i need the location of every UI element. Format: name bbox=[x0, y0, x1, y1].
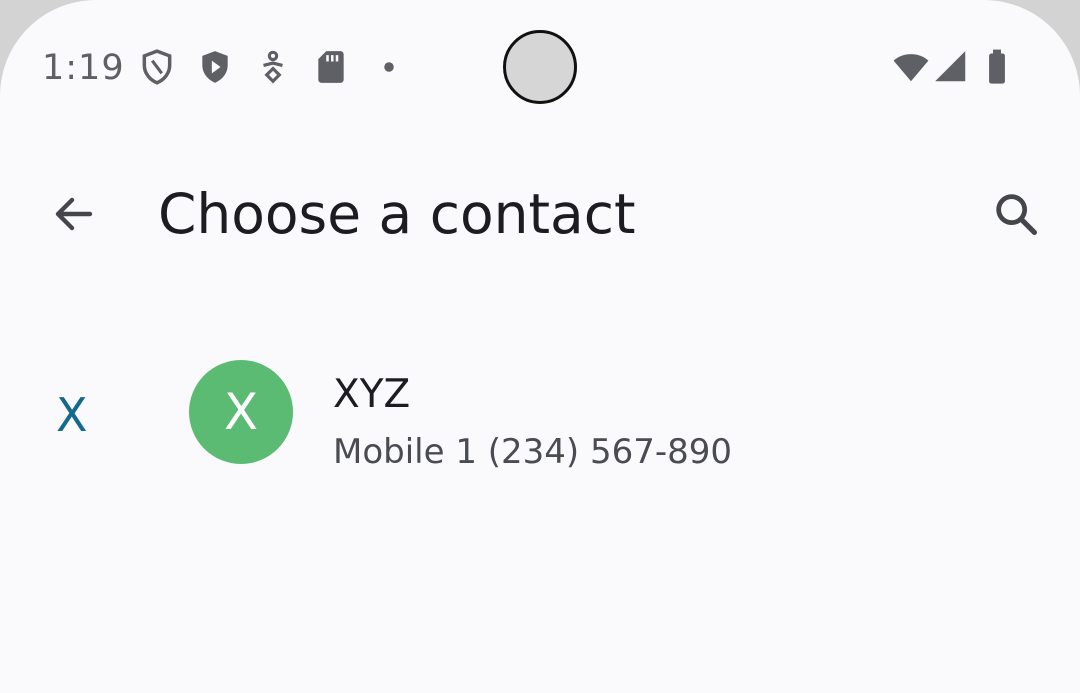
cellular-signal-icon bbox=[932, 48, 970, 86]
contact-phone: Mobile 1 (234) 567-890 bbox=[333, 432, 733, 472]
play-protect-icon bbox=[196, 48, 234, 86]
sd-card-icon bbox=[312, 48, 350, 86]
status-time: 1:19 bbox=[42, 48, 125, 88]
back-button[interactable] bbox=[36, 178, 112, 254]
page-title: Choose a contact bbox=[158, 182, 636, 246]
status-bar: 1:19 bbox=[0, 0, 1080, 134]
wifi-icon bbox=[890, 48, 932, 86]
shield-icon bbox=[138, 48, 176, 86]
camera-cutout bbox=[503, 30, 577, 104]
search-icon bbox=[990, 188, 1042, 245]
accessibility-icon bbox=[254, 48, 292, 86]
arrow-back-icon bbox=[50, 190, 98, 243]
avatar-letter: X bbox=[223, 383, 259, 441]
search-button[interactable] bbox=[978, 178, 1054, 254]
app-bar: Choose a contact bbox=[0, 160, 1080, 272]
section-letter: X bbox=[56, 388, 88, 442]
avatar: X bbox=[189, 360, 293, 464]
contact-list: X X XYZ Mobile 1 (234) 567-890 bbox=[0, 340, 1080, 490]
contact-row[interactable]: X X XYZ Mobile 1 (234) 567-890 bbox=[0, 340, 1080, 490]
contact-name: XYZ bbox=[333, 372, 411, 417]
dot-icon bbox=[370, 48, 408, 86]
battery-icon bbox=[978, 48, 1016, 86]
phone-screen: 1:19 Choose a contact X X XYZ Mobile 1 (… bbox=[0, 0, 1080, 693]
